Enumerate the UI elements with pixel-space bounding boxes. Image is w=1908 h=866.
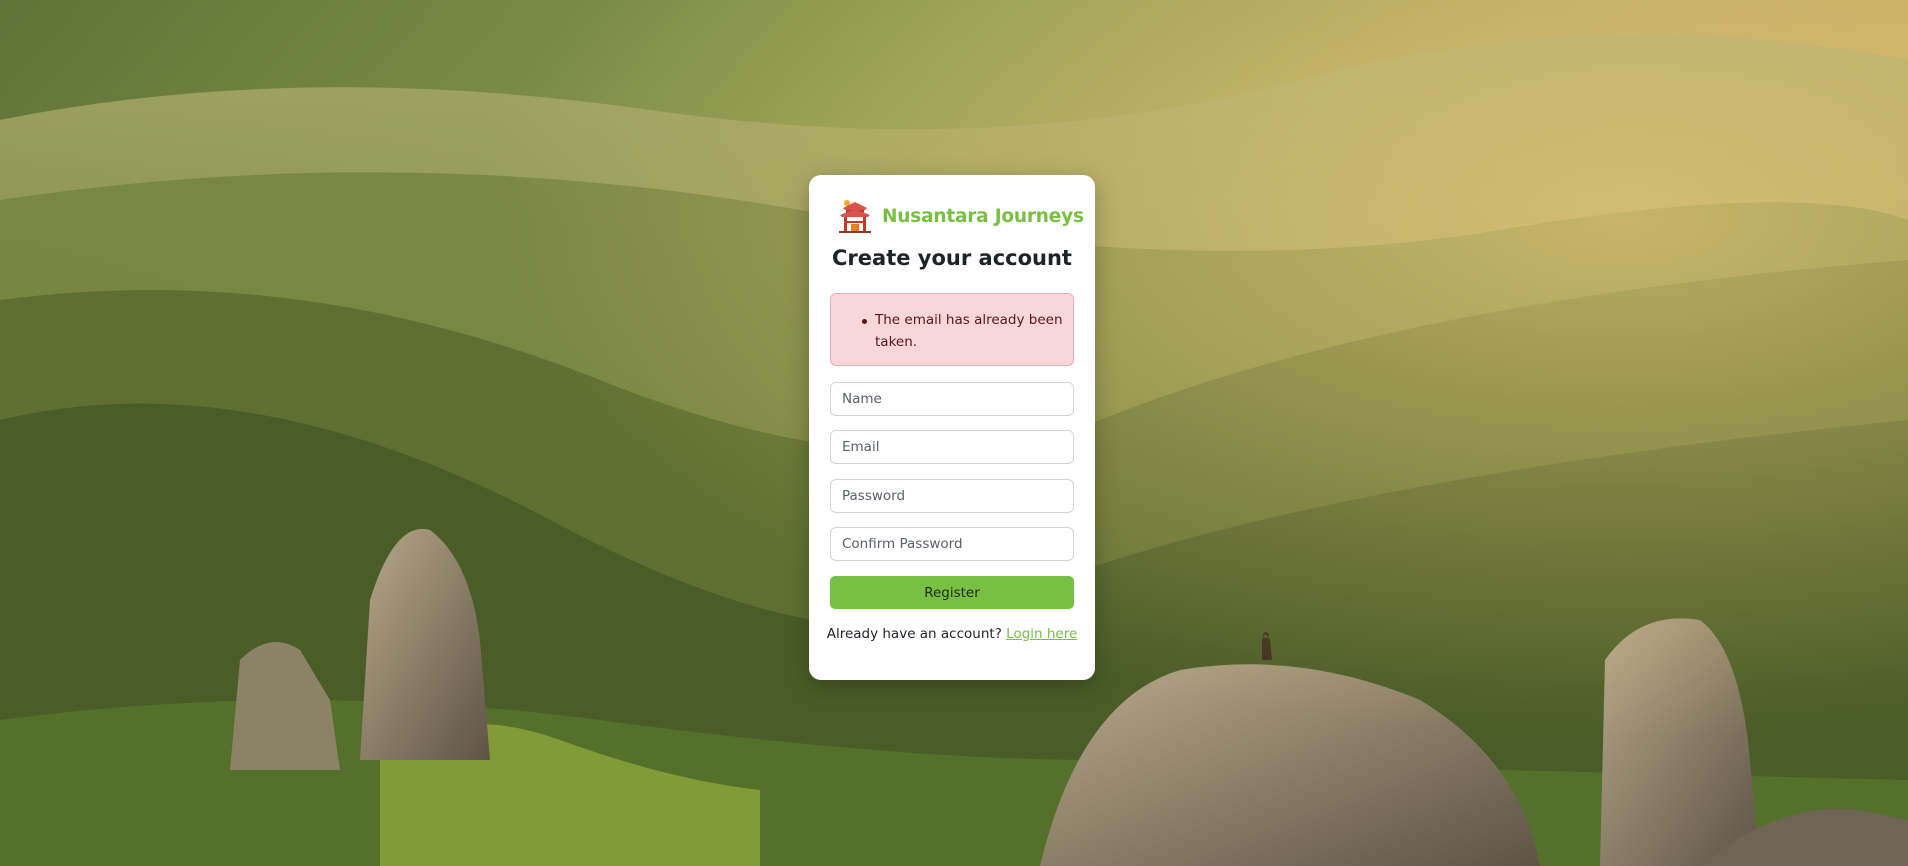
brand-header: Nusantara Journeys: [837, 199, 1084, 233]
brand-name: Nusantara Journeys: [882, 205, 1084, 227]
login-link[interactable]: Login here: [1006, 626, 1077, 642]
login-prompt-text: Already have an account?: [826, 626, 1002, 642]
temple-gate-icon: [839, 200, 871, 233]
confirm-password-input[interactable]: [830, 527, 1074, 561]
bullet-icon: [862, 319, 867, 324]
error-item: The email has already been taken.: [875, 312, 1063, 350]
name-input[interactable]: [830, 382, 1074, 416]
password-input[interactable]: [830, 479, 1074, 513]
register-card: Nusantara Journeys Create your account T…: [809, 175, 1095, 680]
login-prompt: Already have an account? Login here: [809, 626, 1095, 642]
error-alert: The email has already been taken.: [830, 293, 1074, 366]
page-title: Create your account: [832, 246, 1072, 270]
register-button[interactable]: Register: [830, 576, 1074, 609]
email-input[interactable]: [830, 430, 1074, 464]
